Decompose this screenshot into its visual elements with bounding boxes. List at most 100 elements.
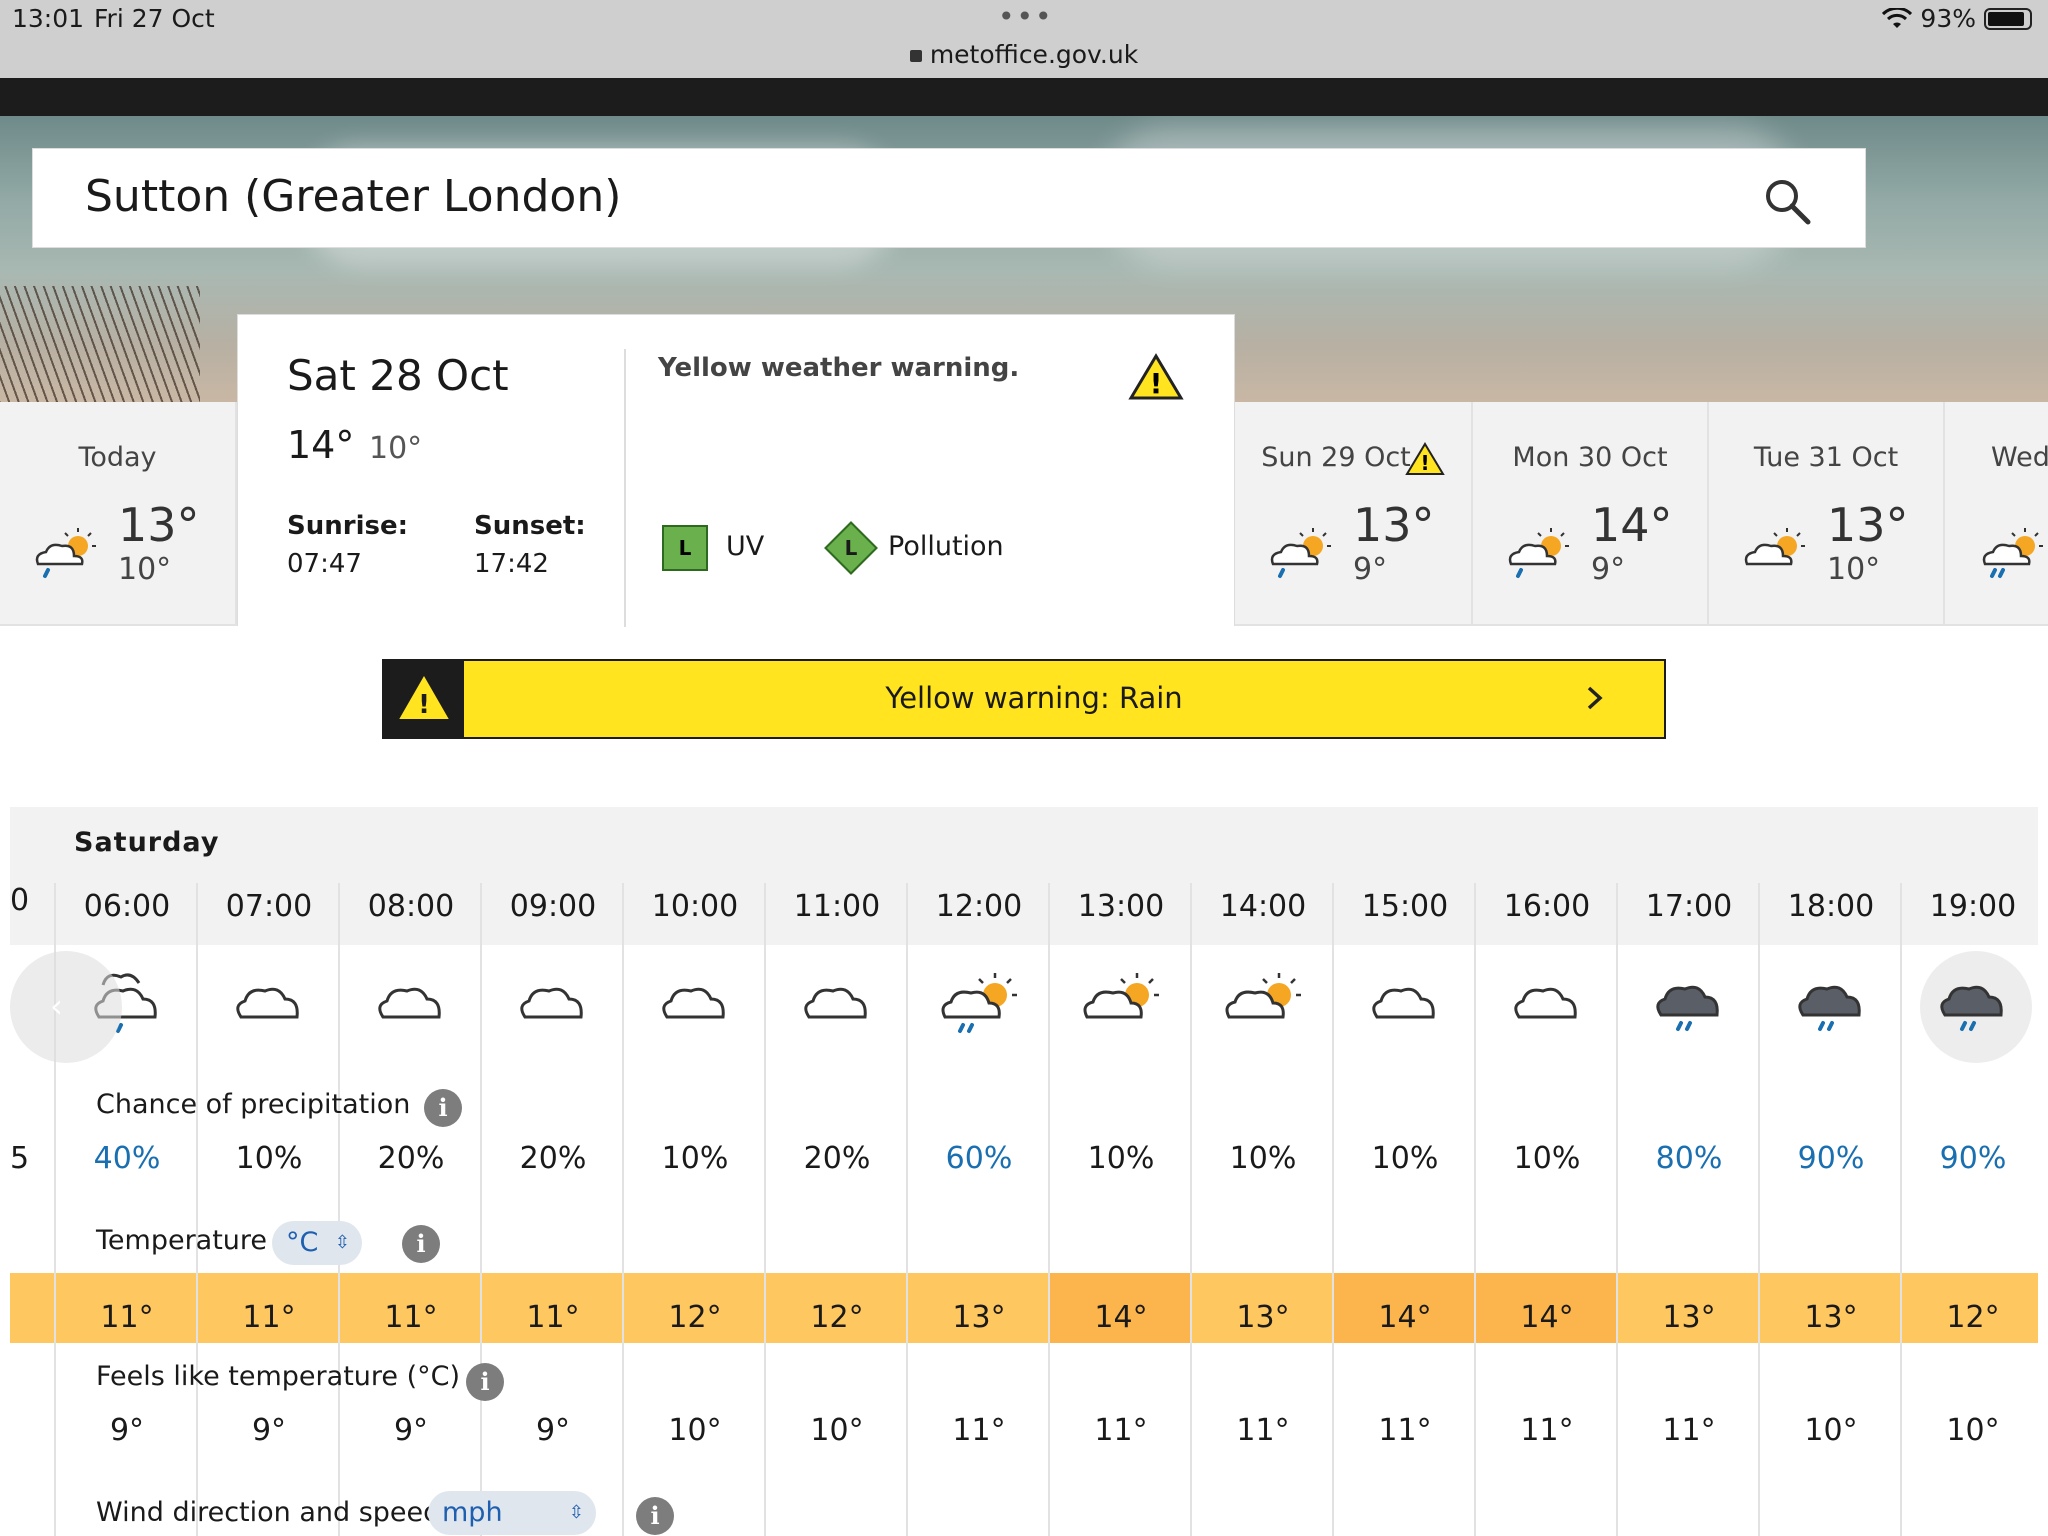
feels-like-value: 11° <box>1378 1413 1432 1448</box>
cloud-icon <box>1372 987 1435 1019</box>
hour-time: 10:00 <box>651 889 739 924</box>
sun-cloud-drizzle-icon <box>1270 528 1331 578</box>
hour-column: 07:00 10% 11° 9° <box>198 807 340 1536</box>
pollution-level: L <box>844 536 858 560</box>
feels-like-value: 9° <box>393 1413 429 1448</box>
location-search-input[interactable]: Sutton (Greater London) <box>85 171 621 222</box>
temperature-value: 12° <box>668 1300 722 1335</box>
wifi-icon <box>1882 7 1913 28</box>
temperature-row-label: Temperature <box>96 1225 268 1256</box>
day-tab-high: 13° <box>1353 498 1435 552</box>
sunset-time: 17:42 <box>474 549 549 579</box>
sun-cloud-icon <box>1225 973 1301 1019</box>
day-tab-low: 9° <box>1591 552 1626 587</box>
hour-column: 08:00 20% 11° 9° <box>340 807 482 1536</box>
hour-column: 16:00 10% 14° 11° <box>1476 807 1618 1536</box>
hour-column: 18:00 90% 13° 10° <box>1760 807 1902 1536</box>
chevron-right-icon <box>1587 686 1603 710</box>
hour-column: 06:00 40% 11° 9° <box>56 807 198 1536</box>
day-tab-name: Today <box>78 442 157 473</box>
svg-text:!: ! <box>1150 367 1163 400</box>
uv-level-badge[interactable]: L <box>662 525 708 571</box>
sun-cloud-icon <box>1083 973 1159 1019</box>
banner-icon-box: ! <box>384 661 464 737</box>
sunrise-label: Sunrise: <box>287 511 408 541</box>
site-header-bar <box>0 78 2048 116</box>
temperature-value: 13° <box>1662 1300 1716 1335</box>
url-bar[interactable]: metoffice.gov.uk <box>0 40 2048 69</box>
hour-time: 17:00 <box>1645 889 1733 924</box>
day-tab-today[interactable]: Today 13° 10° <box>0 402 237 626</box>
precip-value: 10% <box>1371 1141 1439 1176</box>
hour-column: 13:00 10% 14° 11° <box>1050 807 1192 1536</box>
feels-like-value: 10° <box>668 1413 722 1448</box>
hour-time: 06:00 <box>83 889 171 924</box>
wind-unit-selector[interactable]: mph ⇳ <box>428 1491 596 1535</box>
sunset-label: Sunset: <box>474 511 586 541</box>
feels-like-value: 11° <box>952 1413 1006 1448</box>
url-text: metoffice.gov.uk <box>929 40 1139 69</box>
warning-triangle-icon: ! <box>399 675 449 720</box>
feels-like-value: 11° <box>1520 1413 1574 1448</box>
day-tab-tue[interactable]: Tue 31 Oct 13° 10° <box>1709 402 1945 626</box>
hour-time: 15:00 <box>1361 889 1449 924</box>
feels-like-row-label: Feels like temperature (°C) <box>96 1361 461 1392</box>
hour-column: 12:00 60% 13° 11° <box>908 807 1050 1536</box>
temperature-value: 11° <box>242 1300 296 1335</box>
location-search-box[interactable]: Sutton (Greater London) <box>32 148 1866 248</box>
precip-value: 20% <box>377 1141 445 1176</box>
cloud-icon <box>662 987 725 1019</box>
hour-column: 15:00 10% 14° 11° <box>1334 807 1476 1536</box>
chevron-updown-icon: ⇳ <box>334 1232 350 1253</box>
wind-info-icon[interactable]: i <box>636 1497 674 1535</box>
feels-like-value: 9° <box>109 1413 145 1448</box>
scroll-left-button[interactable]: ‹ <box>10 951 122 1063</box>
sunrise-time: 07:47 <box>287 549 362 579</box>
hour-time: 13:00 <box>1077 889 1165 924</box>
hour-column: 19:00 90% 12° 10° <box>1902 807 2044 1536</box>
temperature-info-icon[interactable]: i <box>402 1225 440 1263</box>
yellow-warning-banner[interactable]: ! Yellow warning: Rain <box>382 659 1666 739</box>
cloud-icon <box>520 987 583 1019</box>
day-tab-low: 10° <box>118 552 172 587</box>
temp-unit-value: °C <box>286 1227 319 1258</box>
temperature-value: 14° <box>1476 1273 1618 1343</box>
selected-day-low: 10° <box>369 431 423 466</box>
cloud-icon <box>1514 987 1577 1019</box>
pollution-label: Pollution <box>888 531 1004 562</box>
warning-triangle-icon[interactable]: ! <box>1405 442 1445 476</box>
day-tab-name: Tue 31 Oct <box>1753 442 1899 473</box>
precip-value: 10% <box>235 1141 303 1176</box>
precip-value: 10% <box>1229 1141 1297 1176</box>
temp-unit-selector[interactable]: °C ⇳ <box>272 1221 362 1265</box>
feels-like-value: 9° <box>535 1413 571 1448</box>
temperature-value: 11° <box>526 1300 580 1335</box>
temperature-value: 11° <box>100 1300 154 1335</box>
chevron-updown-icon: ⇳ <box>568 1502 584 1523</box>
precip-value: 10% <box>661 1141 729 1176</box>
precip-value: 40% <box>93 1141 161 1176</box>
search-icon[interactable] <box>1763 177 1811 225</box>
day-tab-sun[interactable]: Sun 29 Oct ! 13° 9° <box>1235 402 1473 626</box>
sun-cloud-drizzle-icon <box>941 973 1017 1033</box>
feels-like-info-icon[interactable]: i <box>466 1363 504 1401</box>
precip-value: 20% <box>519 1141 587 1176</box>
day-tab-mon[interactable]: Mon 30 Oct 14° 9° <box>1473 402 1709 626</box>
precip-value: 10% <box>1087 1141 1155 1176</box>
precip-value: 20% <box>803 1141 871 1176</box>
cloud-icon <box>804 987 867 1019</box>
more-dots-icon[interactable]: ••• <box>998 0 1054 33</box>
selected-day-high: 14° <box>287 423 355 467</box>
temperature-value: 13° <box>952 1300 1006 1335</box>
warning-triangle-icon[interactable]: ! <box>1128 353 1184 401</box>
day-tab-wed[interactable]: Wed <box>1945 402 2048 626</box>
cloud-icon <box>236 987 299 1019</box>
hour-column: 10:00 10% 12° 10° <box>624 807 766 1536</box>
feels-like-value: 10° <box>1946 1413 2000 1448</box>
feels-like-value: 10° <box>810 1413 864 1448</box>
weather-warning-link[interactable]: Yellow weather warning. <box>658 353 1019 383</box>
browser-status-bar: 13:01 Fri 27 Oct ••• 93% metoffice.gov.u… <box>0 0 2048 78</box>
precip-info-icon[interactable]: i <box>424 1089 462 1127</box>
temperature-value: 12° <box>810 1300 864 1335</box>
precip-value: 90% <box>1939 1141 2007 1176</box>
